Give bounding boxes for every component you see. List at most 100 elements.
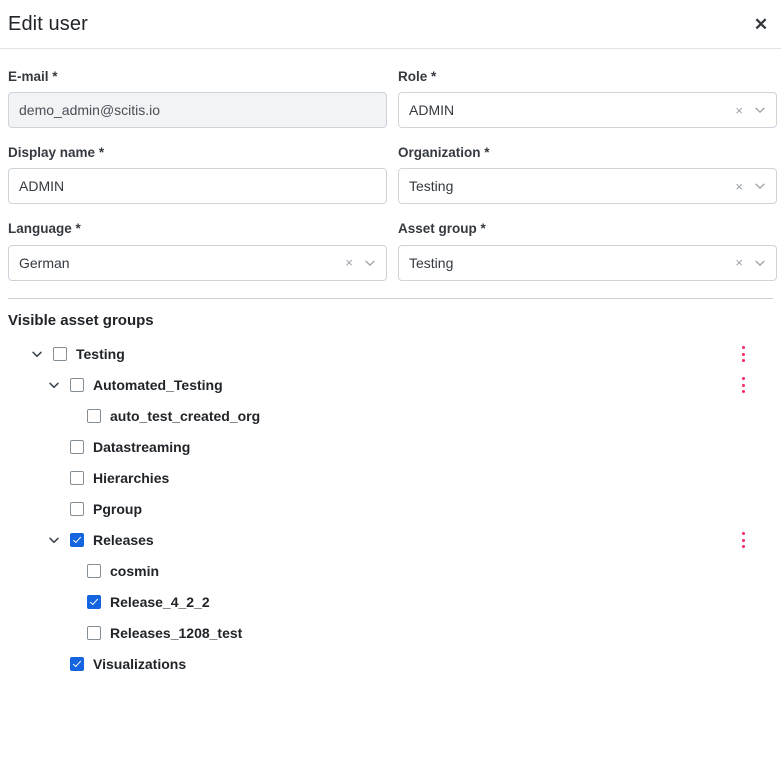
checkbox-releases[interactable] — [70, 533, 84, 548]
e-mail-field-group: E-mail * demo_admin@scitis.io — [8, 69, 387, 129]
role-label-text: Role — [398, 69, 428, 84]
tree-row-datastreaming[interactable]: Datastreaming — [0, 432, 781, 463]
checkbox-pgroup[interactable] — [70, 502, 84, 517]
asset-group-select[interactable]: Testing × — [398, 244, 777, 281]
tree-label-release-4-2-2[interactable]: Release_4_2_2 — [110, 595, 210, 609]
tree-label-pgroup[interactable]: Pgroup — [93, 502, 142, 516]
language-select[interactable]: German × — [8, 244, 387, 281]
language-select-icons: × — [345, 256, 376, 269]
tree-row-auto-test-created-org[interactable]: auto_test_created_org — [0, 401, 781, 432]
checkbox-hierarchies[interactable] — [70, 471, 84, 486]
organization-value: Testing — [409, 178, 454, 195]
language-label: Language * — [8, 221, 387, 237]
organization-select[interactable]: Testing × — [398, 168, 777, 205]
checkbox-datastreaming[interactable] — [70, 440, 84, 455]
tree-label-automated-testing[interactable]: Automated_Testing — [93, 378, 223, 392]
checkbox-release-4-2-2[interactable] — [87, 595, 101, 610]
chevron-down-icon[interactable] — [47, 533, 61, 547]
form-row: E-mail * demo_admin@scitis.io Role * ADMIN × — [8, 69, 777, 129]
clear-icon[interactable]: × — [735, 180, 743, 193]
clear-icon[interactable]: × — [345, 256, 353, 269]
asset-group-value: Testing — [409, 254, 454, 271]
display-name-label: Display name * — [8, 145, 387, 161]
e-mail-value: demo_admin@scitis.io — [19, 102, 161, 119]
asset-group-select-icons: × — [735, 256, 766, 269]
chevron-down-icon[interactable] — [30, 347, 44, 361]
asset-group-field-group: Asset group * Testing × — [398, 221, 777, 281]
page-title: Edit user — [8, 13, 88, 35]
asset-group-tree: Testing Automated_Testing auto_test_create… — [0, 339, 781, 680]
clear-icon[interactable]: × — [735, 104, 743, 117]
row-menu-icon[interactable] — [735, 531, 751, 549]
role-select[interactable]: ADMIN × — [398, 92, 777, 129]
asset-group-label: Asset group * — [398, 221, 777, 237]
chevron-down-icon[interactable] — [754, 180, 766, 192]
tree-row-hierarchies[interactable]: Hierarchies — [0, 463, 781, 494]
form-row: Display name * ADMIN Organization * Testing… — [8, 145, 777, 205]
dialog-header: Edit user ✕ — [0, 0, 781, 49]
tree-row-cosmin[interactable]: cosmin — [0, 556, 781, 587]
e-mail-input: demo_admin@scitis.io — [8, 92, 387, 129]
chevron-down-icon[interactable] — [754, 257, 766, 269]
visible-asset-groups-label: Visible asset groups — [8, 311, 154, 329]
tree-row-automated-testing[interactable]: Automated_Testing — [0, 370, 781, 401]
checkbox-cosmin[interactable] — [87, 564, 101, 579]
tree-row-releases-1208-test[interactable]: Releases_1208_test — [0, 618, 781, 649]
checkbox-automated-testing[interactable] — [70, 378, 84, 393]
tree-label-visualizations[interactable]: Visualizations — [93, 657, 186, 671]
form-row: Language * German × Asset group * Testing × — [8, 221, 777, 281]
close-icon[interactable]: ✕ — [749, 12, 773, 36]
display-name-input[interactable]: ADMIN — [8, 168, 387, 205]
e-mail-label-text: E-mail — [8, 69, 49, 84]
asset-group-label-text: Asset group — [398, 221, 477, 237]
tree-label-auto-test-created-org[interactable]: auto_test_created_org — [110, 409, 260, 423]
tree-label-datastreaming[interactable]: Datastreaming — [93, 440, 190, 454]
clear-icon[interactable]: × — [735, 256, 743, 269]
tree-row-testing[interactable]: Testing — [0, 339, 781, 370]
tree-label-releases[interactable]: Releases — [93, 533, 154, 547]
language-value: German — [19, 254, 70, 271]
checkbox-releases-1208-test[interactable] — [87, 626, 101, 641]
required-marker: * — [75, 221, 81, 237]
display-name-label-text: Display name — [8, 145, 96, 161]
role-select-icons: × — [735, 104, 766, 117]
visible-asset-groups-section: Visible asset groups Testing Automated_Te… — [0, 299, 781, 680]
role-value: ADMIN — [409, 102, 455, 119]
required-marker: * — [98, 145, 105, 161]
required-marker: * — [484, 145, 490, 161]
tree-label-testing[interactable]: Testing — [76, 347, 125, 361]
language-label-text: Language — [8, 221, 72, 237]
tree-row-release-4-2-2[interactable]: Release_4_2_2 — [0, 587, 781, 618]
tree-label-cosmin[interactable]: cosmin — [110, 564, 159, 578]
user-form: E-mail * demo_admin@scitis.io Role * ADMIN ×… — [0, 49, 781, 281]
tree-row-pgroup[interactable]: Pgroup — [0, 494, 781, 525]
chevron-down-icon[interactable] — [364, 257, 376, 269]
tree-row-visualizations[interactable]: Visualizations — [0, 649, 781, 680]
e-mail-label: E-mail * — [8, 69, 387, 85]
display-name-value: ADMIN — [19, 178, 65, 195]
tree-label-hierarchies[interactable]: Hierarchies — [93, 471, 169, 485]
organization-label: Organization * — [398, 145, 777, 161]
tree-label-releases-1208-test[interactable]: Releases_1208_test — [110, 626, 242, 640]
tree-row-releases[interactable]: Releases — [0, 525, 781, 556]
chevron-down-icon[interactable] — [47, 378, 61, 392]
chevron-down-icon[interactable] — [754, 104, 766, 116]
organization-select-icons: × — [735, 180, 766, 193]
organization-label-text: Organization — [398, 145, 481, 161]
required-marker: * — [431, 69, 437, 84]
row-menu-icon[interactable] — [735, 345, 751, 363]
checkbox-auto-test-created-org[interactable] — [87, 409, 101, 424]
checkbox-testing[interactable] — [53, 347, 67, 362]
required-marker: * — [52, 69, 58, 84]
row-menu-icon[interactable] — [735, 376, 751, 394]
language-field-group: Language * German × — [8, 221, 387, 281]
checkbox-visualizations[interactable] — [70, 657, 84, 672]
organization-field-group: Organization * Testing × — [398, 145, 777, 205]
